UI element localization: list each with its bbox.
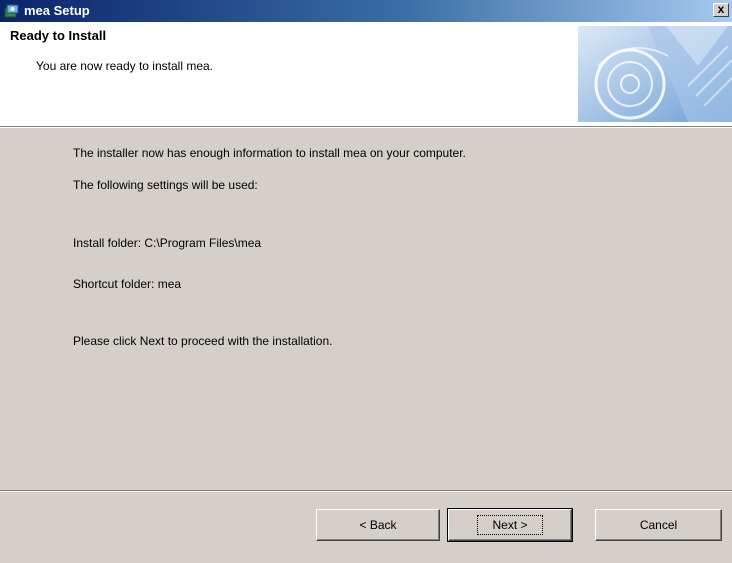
page-subtitle: You are now ready to install mea. [36,59,213,73]
install-folder-text: Install folder: C:\Program Files\mea [73,236,262,250]
title-bar[interactable]: mea Setup x [0,0,732,22]
close-button[interactable]: x [713,3,729,17]
cancel-button[interactable]: Cancel [595,509,722,541]
info-text: The installer now has enough information… [73,146,466,160]
next-button[interactable]: Next > [447,508,573,542]
cancel-button-label: Cancel [639,518,678,532]
back-button[interactable]: < Back [316,509,440,541]
settings-intro-text: The following settings will be used: [73,178,258,192]
instruction-text: Please click Next to proceed with the in… [73,334,333,348]
header-panel: Ready to Install You are now ready to in… [0,22,732,126]
footer-divider-highlight [0,491,732,492]
installer-icon [4,4,19,18]
shortcut-folder-text: Shortcut folder: mea [73,277,182,291]
page-title: Ready to Install [10,28,107,43]
window-title: mea Setup [24,3,90,18]
setup-window: mea Setup x Ready to Install You are now… [0,0,732,563]
back-button-label: < Back [359,518,397,532]
next-button-label: Next > [477,515,543,535]
cd-disc-icon [578,26,732,122]
header-divider-highlight [0,127,732,128]
